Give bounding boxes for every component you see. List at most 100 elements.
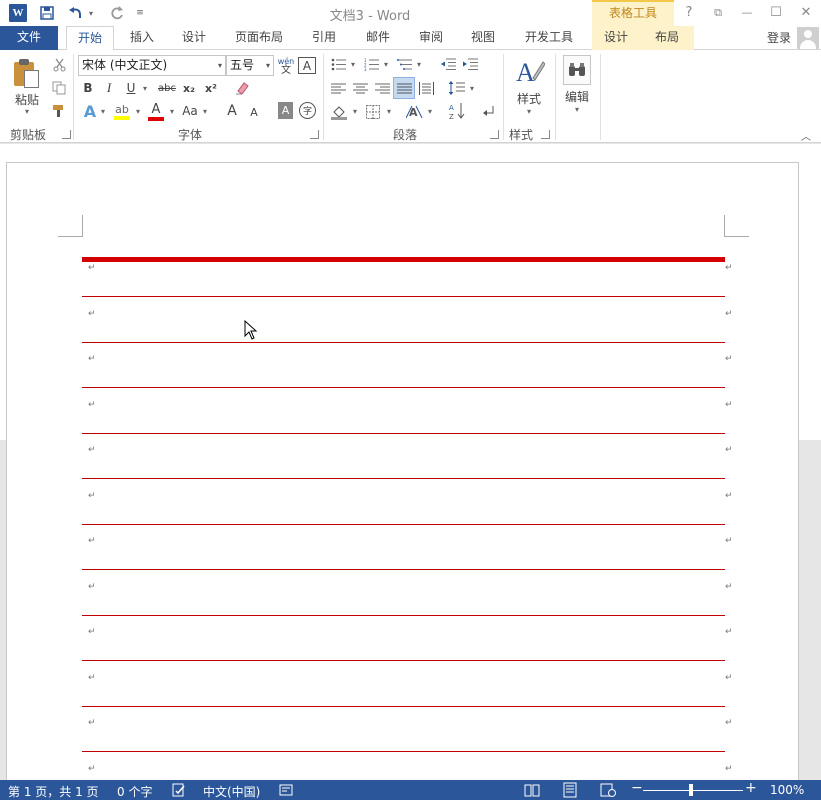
increase-indent-icon[interactable] [462,56,478,72]
underline-dropdown-icon[interactable]: ▾ [140,79,150,97]
zoom-slider-thumb[interactable] [689,784,693,796]
italic-button[interactable]: I [101,79,117,97]
bullets-dropdown-icon[interactable]: ▾ [348,56,358,72]
avatar[interactable] [797,27,819,49]
minimize-button[interactable]: — [736,3,758,23]
page-count-status[interactable]: 第 1 页，共 1 页 [8,783,99,800]
tab-page-layout[interactable]: 页面布局 [226,26,292,50]
line-spacing-icon[interactable] [448,80,466,96]
sign-in-link[interactable]: 登录 [767,29,791,46]
word-count-status[interactable]: 0 个字 [117,783,152,800]
asian-layout-button[interactable]: A [405,103,425,120]
distributed-icon[interactable] [418,80,434,96]
clipboard-launcher-icon[interactable] [62,130,71,139]
undo-icon[interactable] [66,4,84,22]
font-size-combo[interactable]: 五号 ▾ [226,55,274,76]
character-shading-button[interactable]: A [278,102,293,119]
ribbon-display-options-icon[interactable]: ⧉ [707,3,729,23]
clear-formatting-icon[interactable] [232,79,252,97]
justify-icon[interactable] [393,77,415,99]
highlight-color-button[interactable]: ab [112,101,132,121]
align-right-icon[interactable] [374,80,390,96]
text-effects-dropdown-icon[interactable]: ▾ [98,102,108,120]
undo-dropdown-icon[interactable]: ▾ [86,4,96,22]
print-layout-icon[interactable] [562,782,578,800]
shading-icon[interactable] [330,103,348,120]
editing-dropdown-icon[interactable]: ▾ [570,104,584,114]
numbering-icon[interactable]: 123 [363,56,379,72]
cut-icon[interactable] [50,56,68,74]
word-logo-icon[interactable]: W [9,4,27,22]
enclose-characters-button[interactable]: 字 [299,102,316,119]
tab-insert[interactable]: 插入 [120,26,164,50]
web-layout-icon[interactable] [600,783,616,800]
numbering-dropdown-icon[interactable]: ▾ [381,56,391,72]
show-formatting-marks-icon[interactable] [481,103,497,119]
subscript-button[interactable]: x₂ [180,79,198,97]
font-name-combo[interactable]: 宋体 (中文正文) ▾ [78,55,226,76]
paste-button[interactable]: 粘贴 [10,91,44,107]
bullets-icon[interactable] [330,56,346,72]
text-effects-button[interactable]: A [80,101,100,121]
copy-icon[interactable] [50,79,68,97]
font-color-button[interactable]: A [146,101,166,121]
zoom-out-button[interactable]: − [631,780,643,796]
document-page[interactable]: ↵ ↵ ↵ ↵ ↵ ↵ ↵ ↵ ↵ ↵ ↵ ↵ ↵ ↵ ↵ ↵ ↵ ↵ ↵ ↵ ↵ ↵ ↵ ↵ [6,162,799,780]
font-launcher-icon[interactable] [310,130,319,139]
superscript-button[interactable]: x² [202,79,220,97]
align-center-icon[interactable] [352,80,368,96]
styles-launcher-icon[interactable] [541,130,550,139]
tab-design[interactable]: 设计 [172,26,216,50]
change-case-button[interactable]: Aa [180,101,200,121]
proofing-icon[interactable] [172,783,186,800]
zoom-slider[interactable] [643,790,743,791]
borders-icon[interactable] [364,103,382,120]
strikethrough-button[interactable]: abc [155,79,179,97]
styles-icon[interactable]: A [515,56,546,88]
line-spacing-dropdown-icon[interactable]: ▾ [467,80,477,96]
character-border-button[interactable]: A [298,57,316,74]
grow-font-button[interactable]: A [224,101,240,121]
tab-table-design[interactable]: 设计 [592,26,640,50]
multilevel-dropdown-icon[interactable]: ▾ [414,56,424,72]
change-case-dropdown-icon[interactable]: ▾ [200,102,210,120]
bold-button[interactable]: B [80,79,96,97]
multilevel-list-icon[interactable] [396,56,412,72]
highlight-dropdown-icon[interactable]: ▾ [133,102,143,120]
decrease-indent-icon[interactable] [440,56,456,72]
shading-dropdown-icon[interactable]: ▾ [350,103,360,119]
underline-button[interactable]: U [123,79,139,97]
styles-button[interactable]: 样式 [512,90,546,106]
macro-recording-icon[interactable] [279,783,293,800]
shrink-font-button[interactable]: A [246,103,262,121]
editing-button[interactable]: 编辑 [560,88,594,104]
tab-table-layout[interactable]: 布局 [640,26,694,50]
read-mode-icon[interactable] [524,783,540,800]
maximize-button[interactable]: ☐ [765,3,787,23]
tab-mailings[interactable]: 邮件 [356,26,400,50]
help-icon[interactable]: ? [678,3,700,23]
tab-home[interactable]: 开始 [66,26,114,51]
customize-quick-access-icon[interactable]: ≡ [134,4,146,22]
collapse-ribbon-icon[interactable]: ︿ [801,128,811,143]
close-button[interactable]: ✕ [795,3,817,23]
language-status[interactable]: 中文(中国) [203,783,260,800]
paragraph-launcher-icon[interactable] [490,130,499,139]
paste-dropdown-icon[interactable]: ▾ [20,107,34,116]
styles-dropdown-icon[interactable]: ▾ [522,106,536,116]
tab-review[interactable]: 审阅 [409,26,453,50]
asian-layout-dropdown-icon[interactable]: ▾ [425,103,435,119]
save-icon[interactable] [38,4,56,22]
binoculars-icon[interactable] [563,55,591,85]
font-color-dropdown-icon[interactable]: ▾ [167,102,177,120]
tab-view[interactable]: 视图 [461,26,505,50]
paste-icon[interactable] [14,58,40,88]
redo-icon[interactable] [108,4,126,22]
borders-dropdown-icon[interactable]: ▾ [384,103,394,119]
format-painter-icon[interactable] [50,102,68,120]
tab-file[interactable]: 文件 [0,26,58,50]
tab-references[interactable]: 引用 [302,26,346,50]
zoom-in-button[interactable]: + [745,780,757,796]
zoom-level[interactable]: 100% [770,783,804,797]
tab-developer[interactable]: 开发工具 [516,26,582,50]
